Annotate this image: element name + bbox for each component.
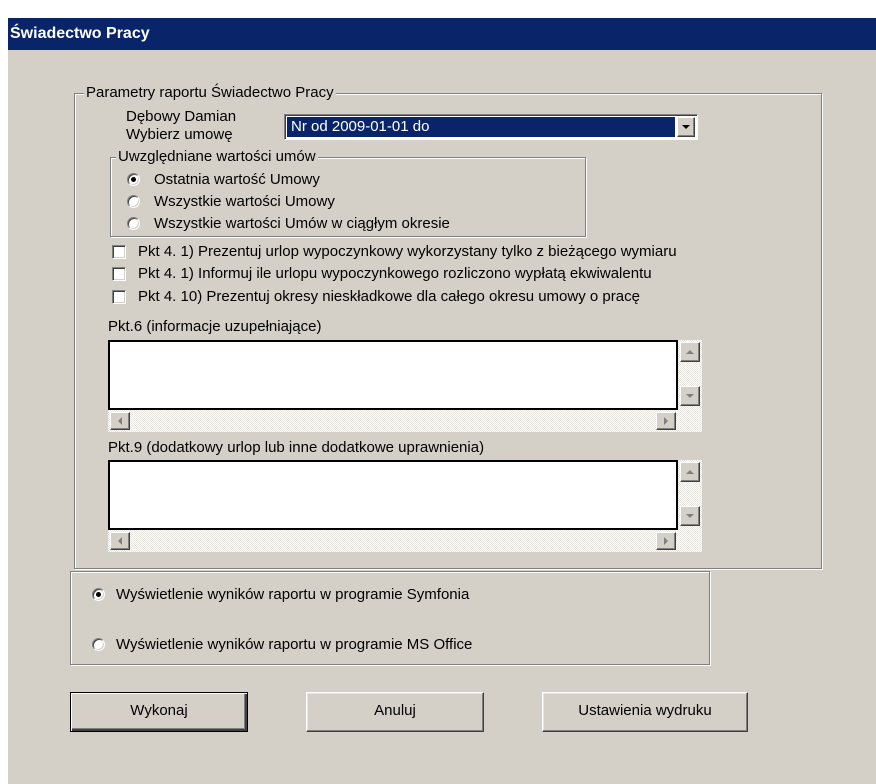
radio-all-contracts-continuous[interactable] bbox=[127, 217, 140, 230]
radio-all-contract-values[interactable] bbox=[127, 195, 140, 208]
pkt9-scroll-right-button[interactable] bbox=[656, 532, 676, 550]
pkt6-horizontal-scrollbar[interactable] bbox=[108, 410, 702, 432]
pkt9-textarea[interactable] bbox=[108, 460, 678, 530]
arrow-up-icon bbox=[686, 350, 694, 354]
checkbox-current-leave-only[interactable] bbox=[112, 245, 126, 259]
pkt6-scroll-down-button[interactable] bbox=[680, 386, 700, 406]
cancel-button[interactable]: Anuluj bbox=[306, 692, 484, 732]
radio-output-symfonia[interactable] bbox=[92, 588, 105, 601]
contract-select[interactable]: Nr od 2009-01-01 do bbox=[284, 114, 698, 140]
radio-all-contracts-continuous-label: Wszystkie wartości Umów w ciągłym okresi… bbox=[154, 215, 450, 232]
radio-all-contract-values-label: Wszystkie wartości Umowy bbox=[154, 193, 335, 210]
checkbox-current-leave-only-label: Pkt 4. 1) Prezentuj urlop wypoczynkowy w… bbox=[138, 243, 677, 260]
pkt6-label: Pkt.6 (informacje uzupełniające) bbox=[108, 318, 322, 335]
contract-values-legend: Uwzględniane wartości umów bbox=[116, 148, 318, 166]
report-parameters-legend: Parametry raportu Świadectwo Pracy bbox=[84, 84, 336, 102]
contract-select-value: Nr od 2009-01-01 do bbox=[287, 117, 675, 137]
checkbox-non-contributory-periods[interactable] bbox=[112, 290, 126, 304]
pkt9-scroll-up-button[interactable] bbox=[680, 462, 700, 482]
pkt6-scroll-right-button[interactable] bbox=[656, 412, 676, 430]
arrow-left-icon bbox=[118, 537, 122, 545]
dialog-window: Świadectwo Pracy Parametry raportu Świad… bbox=[8, 18, 876, 784]
arrow-up-icon bbox=[686, 470, 694, 474]
radio-selected-dot bbox=[131, 177, 136, 182]
pkt6-scroll-left-button[interactable] bbox=[110, 412, 130, 430]
arrow-left-icon bbox=[118, 417, 122, 425]
radio-last-contract-value[interactable] bbox=[127, 173, 140, 186]
pkt6-scroll-up-button[interactable] bbox=[680, 342, 700, 362]
checkbox-leave-equivalent[interactable] bbox=[112, 267, 126, 281]
arrow-right-icon bbox=[664, 537, 668, 545]
pkt6-textarea[interactable] bbox=[108, 340, 678, 410]
pkt9-scroll-down-button[interactable] bbox=[680, 506, 700, 526]
radio-last-contract-value-label: Ostatnia wartość Umowy bbox=[154, 171, 320, 188]
arrow-down-icon bbox=[686, 514, 694, 518]
print-settings-button[interactable]: Ustawienia wydruku bbox=[542, 692, 748, 732]
title-bar: Świadectwo Pracy bbox=[8, 18, 876, 50]
arrow-down-icon bbox=[686, 394, 694, 398]
radio-output-ms-office[interactable] bbox=[92, 638, 105, 651]
checkbox-leave-equivalent-label: Pkt 4. 1) Informuj ile urlopu wypoczynko… bbox=[138, 265, 652, 282]
contract-label: Wybierz umowę bbox=[126, 126, 233, 143]
pkt9-horizontal-scrollbar[interactable] bbox=[108, 530, 702, 552]
checkbox-non-contributory-periods-label: Pkt 4. 10) Prezentuj okresy nieskładkowe… bbox=[138, 288, 640, 305]
employee-name: Dębowy Damian bbox=[126, 108, 237, 125]
radio-selected-dot bbox=[96, 592, 101, 597]
radio-output-symfonia-label: Wyświetlenie wyników raportu w programie… bbox=[116, 586, 470, 603]
chevron-down-icon bbox=[682, 125, 690, 129]
execute-button[interactable]: Wykonaj bbox=[70, 692, 248, 732]
arrow-right-icon bbox=[664, 417, 668, 425]
contract-dropdown-button[interactable] bbox=[677, 117, 695, 137]
pkt9-label: Pkt.9 (dodatkowy urlop lub inne dodatkow… bbox=[108, 439, 485, 456]
radio-output-ms-office-label: Wyświetlenie wyników raportu w programie… bbox=[116, 636, 473, 653]
pkt9-scroll-left-button[interactable] bbox=[110, 532, 130, 550]
